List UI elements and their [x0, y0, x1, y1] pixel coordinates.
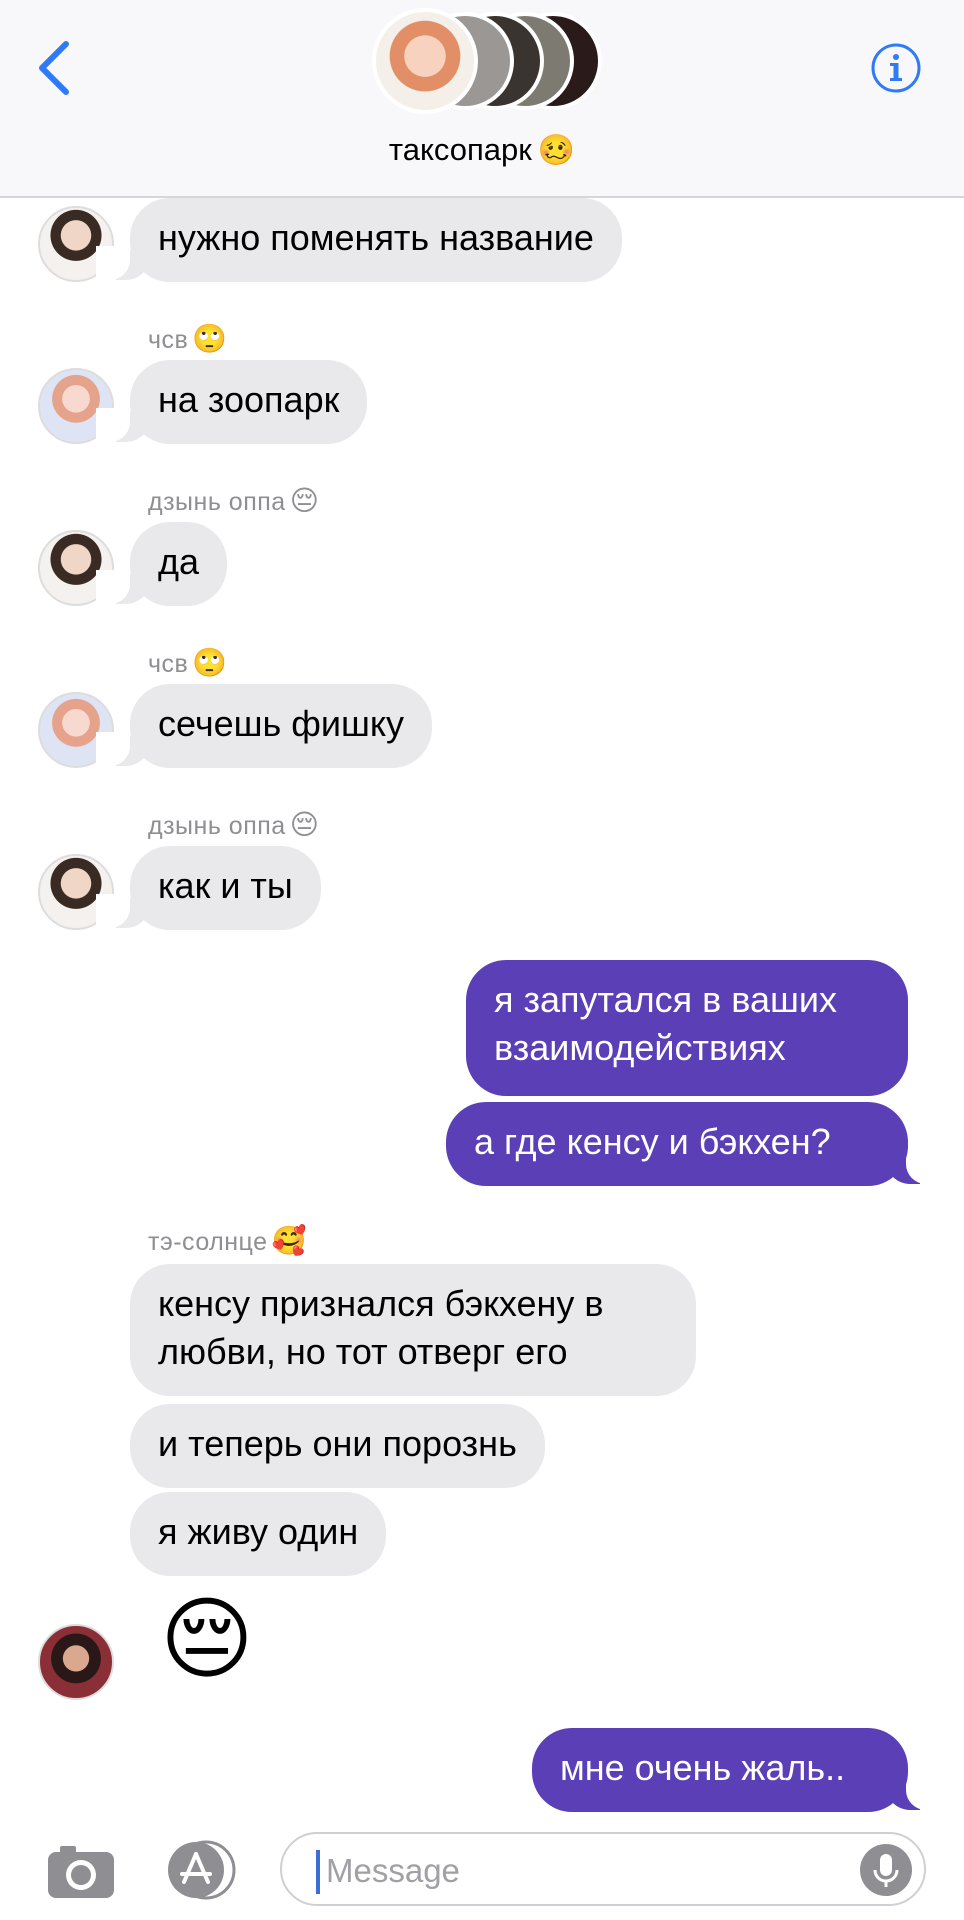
chat-title-text: таксопарк	[388, 132, 532, 167]
message-text: как и ты	[158, 865, 293, 906]
message-bubble[interactable]: да	[130, 522, 228, 606]
message-text: на зоопарк	[158, 379, 340, 420]
message-text: и теперь они порознь	[158, 1423, 517, 1464]
group-avatar-main	[372, 8, 478, 114]
sender-name: дзынь оппа 😔	[148, 808, 319, 841]
message-text: сечешь фишку	[158, 703, 405, 744]
message-placeholder: Message	[326, 1852, 460, 1889]
message-text: а где кенсу и бэкхен?	[474, 1121, 831, 1162]
sender-label: дзынь оппа	[148, 812, 286, 840]
group-avatars[interactable]	[372, 8, 602, 118]
chat-title[interactable]: таксопарк 🥴	[0, 132, 964, 168]
chat-header: таксопарк 🥴	[0, 0, 964, 198]
apps-button[interactable]	[160, 1840, 244, 1900]
camera-button[interactable]	[46, 1842, 116, 1900]
sender-name: чсв 🙄	[148, 646, 228, 679]
sender-name: тэ-солнце 🥰	[148, 1224, 307, 1257]
message-text: я запутался в ваших взаимодействиях	[494, 979, 837, 1068]
message-text: нужно поменять название	[158, 217, 594, 258]
sender-emoji: 😔	[289, 485, 320, 516]
microphone-icon	[873, 1854, 899, 1887]
message-text: я живу один	[158, 1511, 359, 1552]
microphone-button[interactable]	[860, 1844, 912, 1896]
message-bubble[interactable]: нужно поменять название	[130, 198, 622, 282]
sender-name: чсв 🙄	[148, 322, 228, 355]
sender-emoji: 🙄	[192, 647, 228, 678]
message-bubble[interactable]: я живу один	[130, 1492, 387, 1576]
message-bubble[interactable]: и теперь они порознь	[130, 1404, 545, 1488]
message-composer: Message	[0, 1822, 964, 1920]
message-bubble[interactable]: сечешь фишку	[130, 684, 433, 768]
chevron-left-icon	[39, 41, 69, 95]
app-store-icon	[168, 1840, 236, 1900]
camera-icon	[48, 1846, 114, 1898]
emoji-message[interactable]: 😔	[160, 1590, 254, 1690]
message-bubble-outgoing[interactable]: я запутался в ваших взаимодействиях	[466, 960, 908, 1096]
message-bubble-outgoing[interactable]: мне очень жаль..	[532, 1728, 908, 1812]
message-bubble[interactable]: на зоопарк	[130, 360, 368, 444]
message-text: кенсу признался бэкхену в любви, но тот …	[158, 1283, 604, 1372]
message-input[interactable]: Message	[280, 1832, 926, 1906]
message-bubble[interactable]: как и ты	[130, 846, 321, 930]
message-text: мне очень жаль..	[560, 1747, 846, 1788]
sender-label: чсв	[148, 326, 189, 354]
sender-label: дзынь оппа	[148, 488, 286, 516]
sender-label: тэ-солнце	[148, 1228, 268, 1256]
message-bubble-outgoing[interactable]: а где кенсу и бэкхен?	[446, 1102, 908, 1186]
info-button[interactable]	[870, 42, 922, 94]
sender-emoji: 🙄	[192, 323, 228, 354]
avatar[interactable]	[38, 1624, 114, 1700]
sender-label: чсв	[148, 650, 189, 678]
sender-name: дзынь оппа 😔	[148, 484, 319, 517]
info-circle-icon	[871, 43, 921, 93]
message-bubble[interactable]: кенсу признался бэкхену в любви, но тот …	[130, 1264, 696, 1396]
sender-emoji: 🥰	[271, 1225, 307, 1256]
sender-emoji: 😔	[289, 809, 320, 840]
back-button[interactable]	[30, 38, 80, 98]
chat-title-emoji: 🥴	[537, 134, 576, 167]
message-text: да	[158, 541, 200, 582]
text-caret	[316, 1850, 320, 1894]
